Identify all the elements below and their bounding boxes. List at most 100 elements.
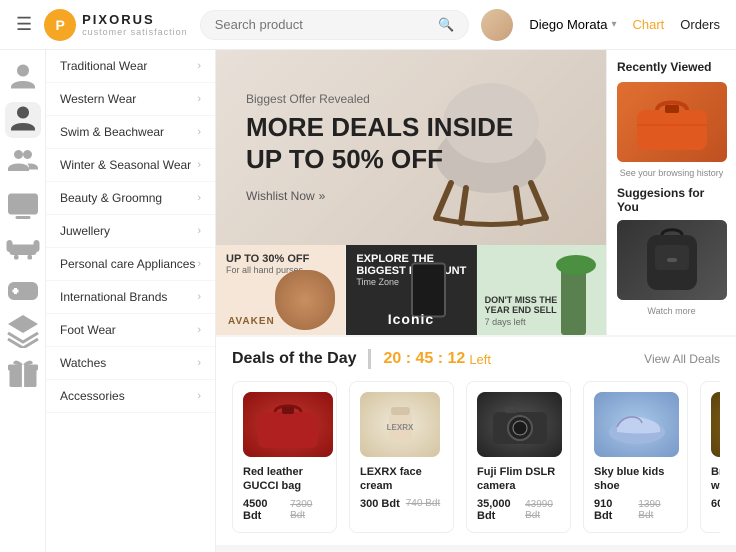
lamp-top-decoration [556,255,596,275]
category-arrow-icon: › [197,258,201,270]
user-name: Diego Morata [529,17,607,32]
icon-bar [0,50,46,552]
category-traditional-wear[interactable]: Traditional Wear › [46,50,215,83]
category-international[interactable]: International Brands › [46,281,215,314]
browsing-history-link[interactable]: See your browsing history [617,168,726,178]
menu-icon[interactable]: ☰ [16,14,32,35]
category-label: Watches [60,356,106,370]
category-arrow-icon: › [197,192,201,204]
category-arrow-icon: › [197,126,201,138]
category-accessories[interactable]: Accessories › [46,380,215,413]
icon-bar-person[interactable] [5,60,41,96]
deal-cream-image: LEXRX [360,392,440,457]
category-label: Beauty & Groomng [60,191,162,205]
logo: P PIXORUS customer satisfaction [44,9,188,41]
category-personal-care[interactable]: Personal care Appliances › [46,248,215,281]
category-arrow-icon: › [197,324,201,336]
deal-bag-image [243,392,333,457]
lamp-decoration [561,265,586,335]
deal-card-wallet[interactable]: Brown leather wallet 600 Bdt 980 Bdt [700,381,720,533]
deals-header: Deals of the Day 20 : 45 : 12 Left View … [232,349,720,369]
deal-price: 4500 Bdt [243,498,284,522]
category-arrow-icon: › [197,159,201,171]
deal-price: 300 Bdt [360,498,400,510]
main-layout: Traditional Wear › Western Wear › Swim &… [0,50,736,552]
category-foot-wear[interactable]: Foot Wear › [46,314,215,347]
deal-price: 910 Bdt [594,498,632,522]
category-label: Western Wear [60,92,136,106]
icon-bar-tv[interactable] [5,186,41,222]
logo-name: PIXORUS [82,12,188,27]
deal-prices: 4500 Bdt 7300 Bdt [243,498,326,522]
avaken-brand: AVAKEN [228,316,275,327]
deals-title: Deals of the Day [232,350,356,368]
deals-left-label: Left [469,352,491,367]
recently-viewed-bag-image [617,82,727,162]
logo-text: PIXORUS customer satisfaction [82,12,188,37]
category-label: Juwellery [60,224,110,238]
deal-prices: 910 Bdt 1390 Bdt [594,498,677,522]
category-label: Traditional Wear [60,59,147,73]
deal-card-cream[interactable]: LEXRX LEXRX face cream 300 Bdt 740 Bdt [349,381,454,533]
deal-old-price: 7300 Bdt [290,499,326,521]
watch-decoration [411,263,446,318]
category-swim-beachwear[interactable]: Swim & Beachwear › [46,116,215,149]
deal-old-price: 740 Bdt [406,498,440,509]
category-list: Traditional Wear › Western Wear › Swim &… [46,50,216,552]
category-winter-seasonal[interactable]: Winter & Seasonal Wear › [46,149,215,182]
deal-price: 35,000 Bdt [477,498,519,522]
category-label: International Brands [60,290,167,304]
avatar [481,9,513,41]
recently-viewed-title: Recently Viewed [617,60,726,74]
icon-bar-sofa[interactable] [5,228,41,264]
category-beauty-grooming[interactable]: Beauty & Groomng › [46,182,215,215]
search-input[interactable] [215,17,431,32]
icon-bar-user-active[interactable] [5,102,41,138]
logo-sub: customer satisfaction [82,27,188,37]
deal-wallet-image [711,392,720,457]
category-label: Personal care Appliances [60,257,195,271]
deal-prices: 35,000 Bdt 43990 Bdt [477,498,560,522]
category-arrow-icon: › [197,291,201,303]
seven-days-text: 7 days left [485,317,526,327]
icon-bar-layers[interactable] [5,312,41,348]
icon-bar-gift[interactable] [5,354,41,390]
user-info[interactable]: Diego Morata ▾ [529,17,616,32]
category-western-wear[interactable]: Western Wear › [46,83,215,116]
icon-bar-group[interactable] [5,144,41,180]
small-banner-purse[interactable]: UP TO 30% OFF For all hand purses AVAKEN [216,245,346,335]
category-juwellery[interactable]: Juwellery › [46,215,215,248]
view-all-deals-link[interactable]: View All Deals [644,352,720,366]
deals-timer: 20 : 45 : 12 Left [383,350,491,368]
deals-time-display: 20 : 45 : 12 [383,350,465,368]
category-arrow-icon: › [197,93,201,105]
category-label: Accessories [60,389,125,403]
deal-card-camera[interactable]: Fuji Flim DSLR camera 35,000 Bdt 43990 B… [466,381,571,533]
watch-more-link[interactable]: Watch more [617,306,726,316]
banner-subtitle: Biggest Offer Revealed [246,92,513,106]
wishlist-button[interactable]: Wishlist Now » [246,189,325,203]
deal-old-price: 1390 Bdt [638,499,677,521]
icon-bar-game[interactable] [5,270,41,306]
category-arrow-icon: › [197,390,201,402]
category-label: Foot Wear [60,323,116,337]
deal-card-bag[interactable]: Red leather GUCCI bag 4500 Bdt 7300 Bdt [232,381,337,533]
orders-nav-link[interactable]: Orders [680,17,720,32]
small-banner-yearend[interactable]: DON'T MISS THEYEAR END SELL 7 days left [477,245,606,335]
deal-camera-image [477,392,562,457]
category-watches[interactable]: Watches › [46,347,215,380]
deal-prices: 300 Bdt 740 Bdt [360,498,443,510]
search-bar[interactable]: 🔍 [200,10,470,40]
deal-name: LEXRX face cream [360,465,443,494]
small-banner-watches[interactable]: EXPLORE THE BIGGEST DISCOUNT Time Zone I… [346,245,476,335]
deal-price: 600 Bdt [711,498,720,510]
dont-miss-text: DON'T MISS THEYEAR END SELL [485,295,558,315]
category-arrow-icon: › [197,225,201,237]
deal-card-shoe[interactable]: Sky blue kids shoe 910 Bdt 1390 Bdt [583,381,688,533]
chart-nav-link[interactable]: Chart [632,17,664,32]
banner-title: MORE DEALS INSIDE UP TO 50% OFF [246,112,513,174]
header-right: Diego Morata ▾ Chart Orders [481,9,720,41]
banner-text: Biggest Offer Revealed MORE DEALS INSIDE… [246,92,513,202]
logo-icon: P [44,9,76,41]
deals-section: Deals of the Day 20 : 45 : 12 Left View … [216,337,736,545]
